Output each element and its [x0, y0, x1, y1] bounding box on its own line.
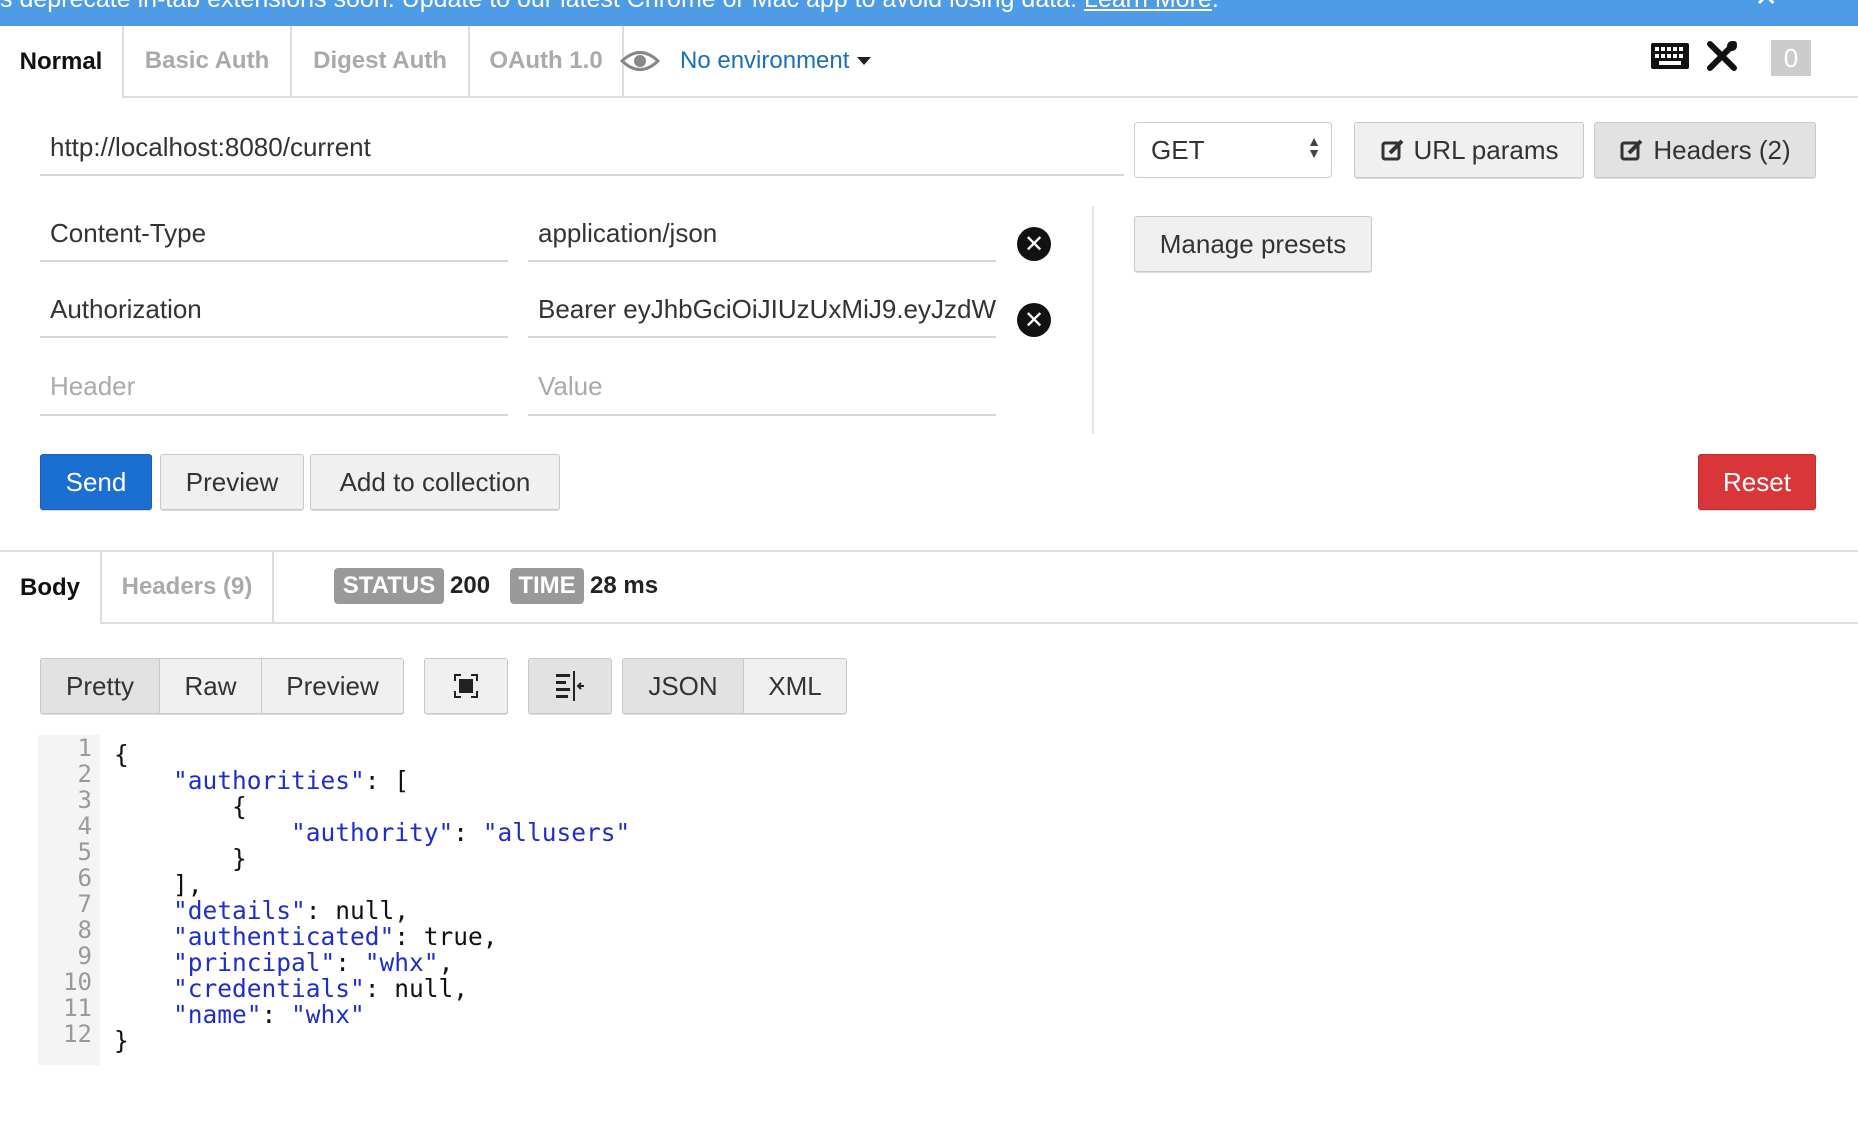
headers-button[interactable]: Headers (2): [1594, 122, 1816, 178]
code-line: "credentials": null,: [173, 974, 469, 1003]
line-number: 1: [77, 734, 92, 762]
time-value: 28 ms: [590, 572, 659, 599]
url-params-label: URL params: [1413, 134, 1559, 165]
learn-more-link[interactable]: Learn More: [1084, 0, 1212, 13]
environment-label: No environment: [680, 47, 850, 74]
auth-tabs-baseline: [0, 96, 1858, 98]
line-number: 3: [77, 786, 92, 814]
preview-view-button[interactable]: Preview: [261, 658, 404, 714]
tab-basic-auth[interactable]: Basic Auth: [124, 26, 290, 96]
line-number: 11: [63, 994, 92, 1022]
header-key-input[interactable]: Content-Type: [40, 206, 508, 262]
remove-header-icon[interactable]: ✕: [1017, 303, 1051, 337]
code-line: ],: [114, 870, 203, 899]
banner-text: s deprecate in-tab extensions soon. Upda…: [0, 0, 1219, 12]
code-line: "authority": "allusers": [291, 818, 631, 847]
chevron-down-icon: [857, 57, 872, 65]
remove-header-icon[interactable]: ✕: [1017, 227, 1051, 261]
tab-body[interactable]: Body: [0, 552, 102, 624]
environment-dropdown[interactable]: No environment: [680, 26, 872, 96]
history-counter-badge[interactable]: 0: [1771, 40, 1811, 76]
line-number: 10: [63, 968, 92, 996]
reset-button[interactable]: Reset: [1698, 454, 1816, 510]
eye-icon[interactable]: [620, 48, 660, 74]
send-button[interactable]: Send: [40, 454, 152, 510]
code-line: }: [114, 1026, 129, 1055]
status-label-badge: STATUS: [334, 568, 444, 604]
method-value: GET: [1151, 134, 1205, 165]
code-line: "authorities": [: [173, 766, 410, 795]
line-number: 6: [77, 864, 92, 892]
new-header-value-input[interactable]: Value: [528, 358, 996, 416]
line-number: 9: [77, 942, 92, 970]
code-line: }: [114, 844, 247, 873]
line-number: 5: [77, 838, 92, 866]
code-line: {: [114, 740, 129, 769]
new-header-key-input[interactable]: Header: [40, 358, 508, 416]
edit-icon: [1381, 139, 1403, 161]
time-label-badge: TIME: [510, 568, 584, 604]
fullscreen-button[interactable]: [424, 658, 508, 714]
edit-icon: [1620, 139, 1643, 161]
header-value-input[interactable]: application/json: [528, 206, 996, 262]
headers-label: Headers (2): [1653, 134, 1791, 165]
raw-view-button[interactable]: Raw: [159, 658, 262, 714]
code-line: "principal": "whx",: [173, 948, 454, 977]
url-input[interactable]: http://localhost:8080/current: [40, 120, 1124, 176]
wrap-lines-icon: [556, 671, 584, 701]
select-arrows-icon: ▲ ▼: [1307, 133, 1321, 161]
json-format-button[interactable]: JSON: [622, 658, 744, 714]
code-line: "name": "whx": [173, 1000, 365, 1029]
pretty-view-button[interactable]: Pretty: [40, 658, 160, 714]
line-number: 12: [63, 1020, 92, 1048]
tab-oauth[interactable]: OAuth 1.0: [470, 26, 622, 96]
response-body-code[interactable]: { "authorities": [ { "authority": "allus…: [114, 742, 630, 1054]
preview-button[interactable]: Preview: [160, 454, 304, 510]
header-value-input[interactable]: Bearer eyJhbGciOiJIUzUxMiJ9.eyJzdW: [528, 282, 996, 338]
manage-presets-button[interactable]: Manage presets: [1134, 216, 1372, 272]
xml-format-button[interactable]: XML: [743, 658, 847, 714]
fullscreen-icon: [454, 674, 478, 698]
wrench-icon[interactable]: [1706, 40, 1738, 72]
wrap-lines-button[interactable]: [528, 658, 612, 714]
code-line: "details": null,: [173, 896, 410, 925]
keyboard-icon[interactable]: [1650, 42, 1690, 70]
response-top-divider: [0, 550, 1858, 552]
tab-separator: [272, 552, 274, 622]
line-number: 2: [77, 760, 92, 788]
add-to-collection-button[interactable]: Add to collection: [310, 454, 560, 510]
line-number: 7: [77, 890, 92, 918]
url-params-button[interactable]: URL params: [1354, 122, 1584, 178]
panel-divider: [1092, 206, 1094, 434]
code-line: {: [114, 792, 247, 821]
code-line: "authenticated": true,: [173, 922, 498, 951]
tab-response-headers[interactable]: Headers (9): [102, 552, 272, 622]
line-number: 4: [77, 812, 92, 840]
status-value: 200: [450, 572, 491, 599]
line-number: 8: [77, 916, 92, 944]
method-select[interactable]: GET ▲ ▼: [1134, 122, 1332, 178]
header-key-input[interactable]: Authorization: [40, 282, 508, 338]
tab-digest-auth[interactable]: Digest Auth: [292, 26, 468, 96]
tab-normal[interactable]: Normal: [0, 26, 124, 98]
deprecation-banner: s deprecate in-tab extensions soon. Upda…: [0, 0, 1858, 26]
banner-close-icon[interactable]: ✕: [1755, 0, 1778, 11]
line-number-gutter: 1 2 3 4 5 6 7 8 9 10 11 12: [38, 735, 100, 1065]
response-tabs-baseline: [0, 622, 1858, 624]
